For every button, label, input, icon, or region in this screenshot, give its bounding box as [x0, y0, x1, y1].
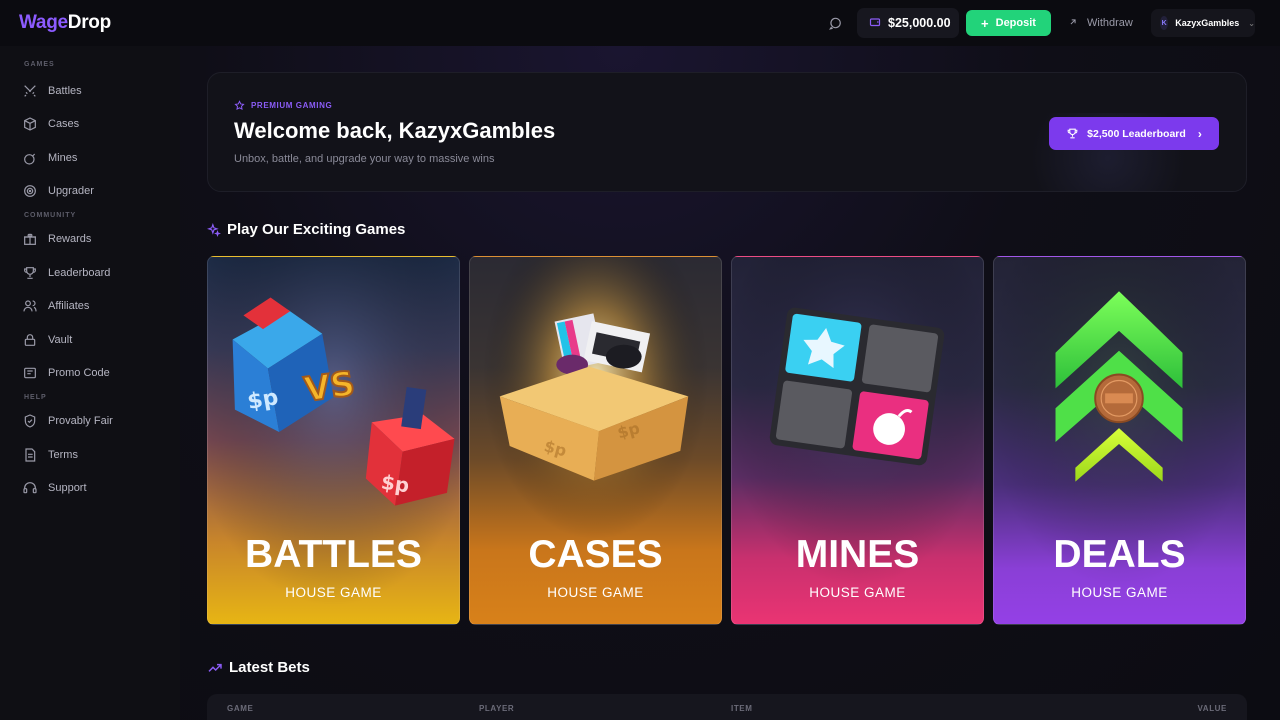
leaderboard-button-label: $2,500 Leaderboard [1087, 127, 1186, 140]
sidebar-item-label: Upgrader [48, 185, 94, 197]
game-card-battles[interactable]: $p VS $p BATTLES HOUSE GAME [207, 256, 460, 625]
sidebar-item-support[interactable]: Support [22, 477, 172, 499]
top-bar: WageDrop $25,000.00 + Deposit Withdraw K… [0, 0, 1280, 46]
sidebar-item-label: Rewards [48, 233, 92, 245]
sidebar-item-label: Terms [48, 449, 78, 461]
sidebar-item-label: Battles [48, 85, 82, 97]
sidebar-item-promo-code[interactable]: Promo Code [22, 362, 172, 384]
sidebar-item-mines[interactable]: Mines [22, 147, 172, 169]
deposit-button[interactable]: + Deposit [966, 10, 1051, 36]
sidebar-section-community: COMMUNITY [24, 212, 77, 219]
game-card-subtitle: HOUSE GAME [809, 585, 906, 600]
target-icon [24, 185, 36, 197]
trophy-icon [1067, 128, 1078, 139]
sidebar-item-label: Vault [48, 334, 73, 346]
sidebar-item-affiliates[interactable]: Affiliates [22, 295, 172, 317]
chevron-right-icon: › [1197, 126, 1202, 141]
sidebar-item-terms[interactable]: Terms [22, 444, 172, 466]
logo-part-2: Drop [67, 12, 111, 33]
trophy-icon [24, 267, 36, 279]
username: KazyxGambles [1175, 18, 1240, 28]
svg-text:$p: $p [246, 385, 281, 415]
document-icon [25, 448, 36, 462]
game-card-cases[interactable]: $p $p CASES HOUSE GAME [469, 256, 722, 625]
star-icon [234, 100, 245, 111]
sidebar-section-help: HELP [24, 394, 47, 401]
svg-text:VS: VS [302, 364, 357, 410]
swords-icon [24, 85, 36, 97]
sidebar-item-label: Support [48, 482, 87, 494]
withdraw-label: Withdraw [1087, 17, 1133, 29]
balance-display[interactable]: $25,000.00 [857, 8, 959, 38]
svg-text:$p: $p [380, 471, 411, 498]
sidebar-item-battles[interactable]: Battles [22, 80, 172, 102]
bets-column-item: ITEM [731, 704, 753, 713]
bets-section-header: Latest Bets [207, 659, 310, 676]
ticket-icon [24, 367, 36, 379]
shield-icon [24, 414, 36, 428]
headset-icon [23, 482, 37, 494]
bets-section-title: Latest Bets [229, 659, 310, 676]
game-card-title: MINES [795, 533, 920, 576]
plus-icon: + [981, 15, 989, 31]
wallet-icon [869, 16, 881, 31]
welcome-title: Welcome back, KazyxGambles [234, 118, 556, 143]
sidebar-item-label: Cases [48, 118, 80, 130]
sidebar-item-label: Affiliates [48, 300, 90, 312]
sidebar-item-label: Promo Code [48, 367, 110, 379]
arrow-up-right-icon [1068, 17, 1078, 30]
games-section-header: Play Our Exciting Games [207, 221, 405, 238]
deposit-label: Deposit [995, 17, 1036, 29]
sidebar-item-provably-fair[interactable]: Provably Fair [22, 410, 172, 432]
bets-column-value: VALUE [1197, 704, 1227, 713]
box-icon [24, 117, 36, 131]
sidebar-item-leaderboard[interactable]: Leaderboard [22, 262, 172, 284]
bets-column-game: GAME [227, 704, 254, 713]
sidebar-item-label: Provably Fair [48, 415, 113, 427]
welcome-subtitle: Unbox, battle, and upgrade your way to m… [234, 153, 495, 165]
trending-up-icon [208, 663, 222, 672]
avatar: K [1160, 16, 1169, 30]
sidebar-item-label: Leaderboard [48, 267, 111, 279]
gift-icon [24, 233, 36, 245]
sidebar-item-rewards[interactable]: Rewards [22, 228, 172, 250]
bets-column-player: PLAYER [479, 704, 515, 713]
lock-icon [24, 334, 36, 346]
game-card-title: BATTLES [245, 533, 422, 576]
game-card-title: DEALS [1053, 533, 1186, 576]
game-card-mines[interactable]: MINES HOUSE GAME [731, 256, 984, 625]
premium-label: PREMIUM GAMING [251, 101, 333, 110]
premium-tag: PREMIUM GAMING [234, 100, 332, 111]
sparkles-icon [207, 222, 221, 237]
sidebar-item-upgrader[interactable]: Upgrader [22, 180, 172, 202]
game-card-deals[interactable]: DEALS HOUSE GAME [993, 256, 1246, 625]
sidebar-item-vault[interactable]: Vault [22, 329, 172, 351]
balance-amount: $25,000.00 [888, 16, 951, 30]
chat-icon[interactable] [826, 14, 844, 32]
users-icon [23, 300, 37, 312]
bomb-icon [24, 153, 36, 165]
leaderboard-button[interactable]: $2,500 Leaderboard › [1049, 117, 1219, 150]
logo-part-1: Wage [19, 12, 68, 33]
withdraw-button[interactable]: Withdraw [1068, 12, 1133, 34]
user-menu[interactable]: K KazyxGambles ⌄ [1151, 9, 1255, 37]
game-card-subtitle: HOUSE GAME [1071, 585, 1168, 600]
logo[interactable]: WageDrop [19, 12, 111, 34]
game-card-title: CASES [528, 533, 663, 576]
sidebar-item-label: Mines [48, 152, 78, 164]
sidebar-item-cases[interactable]: Cases [22, 113, 172, 135]
sidebar-section-games: GAMES [24, 61, 55, 68]
games-section-title: Play Our Exciting Games [227, 221, 406, 238]
game-card-subtitle: HOUSE GAME [285, 585, 382, 600]
chevron-down-icon: ⌄ [1248, 18, 1255, 28]
bets-table: GAME PLAYER ITEM VALUE [207, 694, 1247, 720]
game-card-subtitle: HOUSE GAME [547, 585, 644, 600]
